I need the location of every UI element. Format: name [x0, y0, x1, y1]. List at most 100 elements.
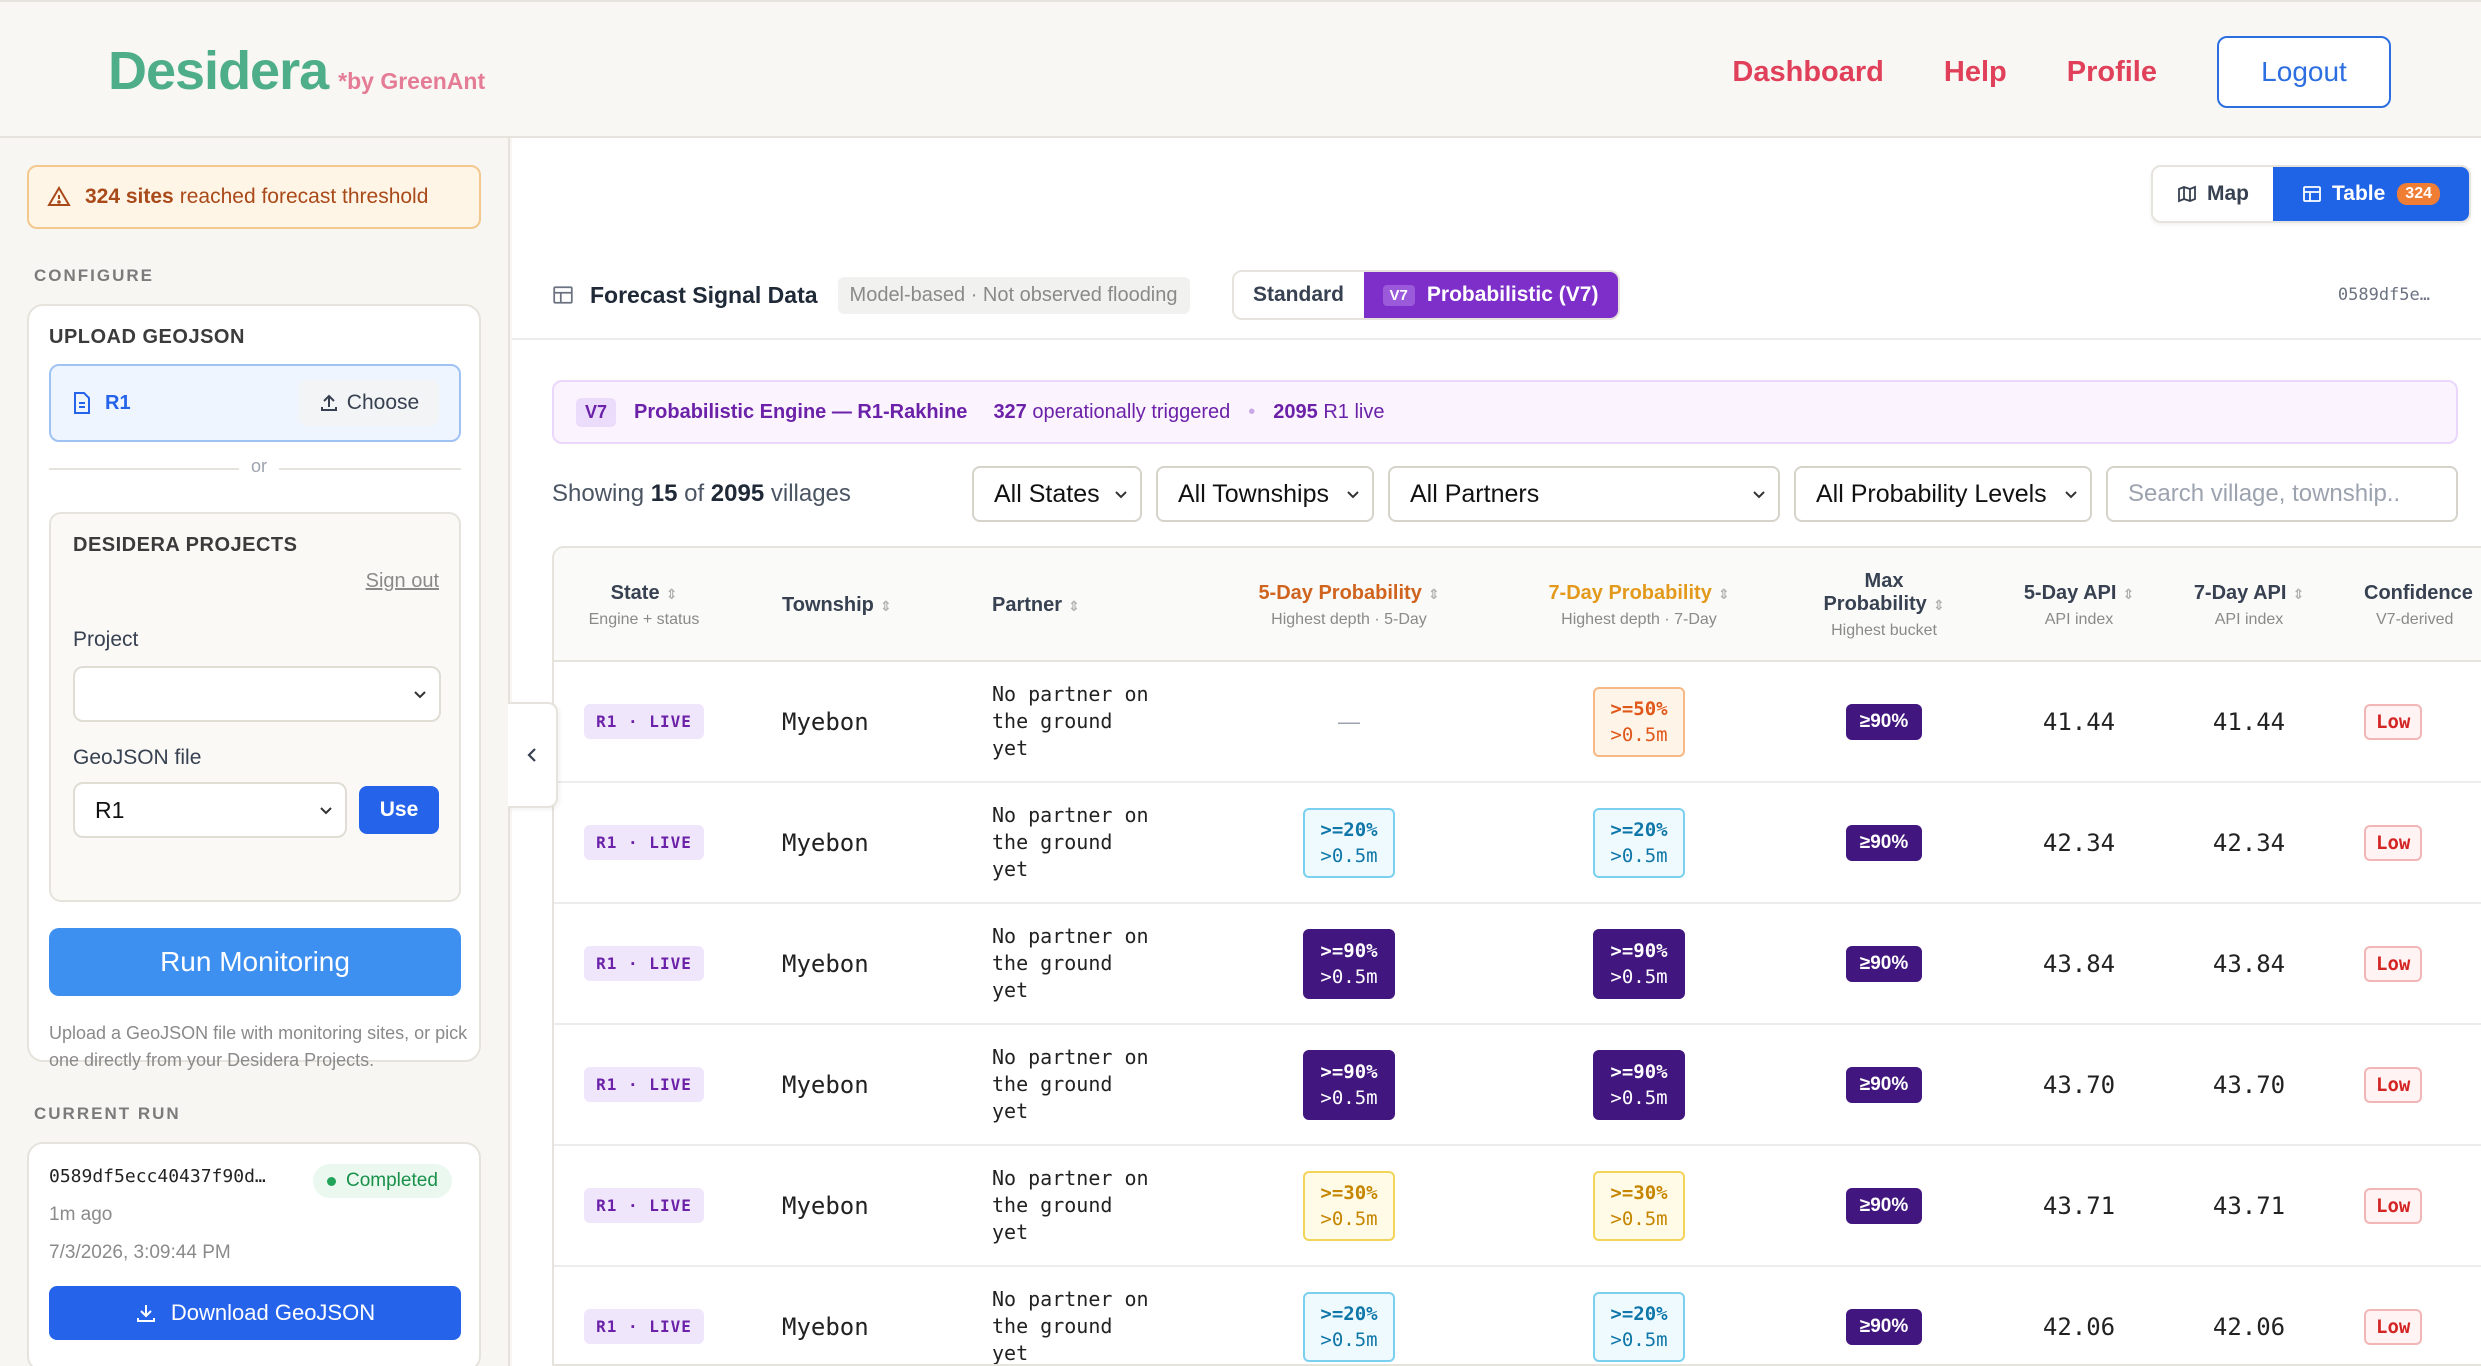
map-label: Map	[2207, 182, 2249, 205]
prob-7day-badge: >=30% >0.5m	[1593, 1170, 1685, 1241]
upload-dropzone[interactable]: R1 Choose	[49, 364, 461, 442]
table-row[interactable]: R1 · LIVE Myebon No partner on the groun…	[554, 662, 2481, 783]
partner-filter-value: All Partners	[1410, 479, 1540, 508]
showing-number: 15	[650, 480, 678, 507]
logo[interactable]: Desidera *by GreenAnt	[108, 40, 485, 102]
table-row[interactable]: R1 · LIVE Myebon No partner on the groun…	[554, 1025, 2481, 1146]
col-township[interactable]: Township ⇕	[734, 548, 944, 662]
choose-file-button[interactable]: Choose	[299, 380, 439, 426]
max-prob-badge: ≥90%	[1845, 1308, 1923, 1345]
table-row[interactable]: R1 · LIVE Myebon No partner on the groun…	[554, 783, 2481, 904]
logout-button[interactable]: Logout	[2217, 36, 2391, 108]
showing-total: 2095	[710, 480, 765, 507]
page-title: Forecast Signal Data	[590, 281, 818, 308]
api-7day: 43.71	[2212, 1191, 2286, 1220]
v7-chip: V7	[1382, 284, 1415, 306]
state-badge: R1 · LIVE	[584, 1067, 704, 1102]
township-cell: Myebon	[782, 1312, 869, 1341]
project-select[interactable]	[73, 666, 441, 722]
table-row[interactable]: R1 · LIVE Myebon No partner on the groun…	[554, 1146, 2481, 1267]
state-badge: R1 · LIVE	[584, 825, 704, 860]
title-row: Forecast Signal Data Model-based · Not o…	[552, 270, 2452, 320]
state-filter[interactable]: All States	[972, 466, 1142, 522]
probabilistic-mode-button[interactable]: V7 Probabilistic (V7)	[1363, 272, 1618, 318]
upload-icon	[320, 394, 337, 411]
nav-dashboard[interactable]: Dashboard	[1732, 56, 1883, 89]
file-icon	[74, 392, 90, 414]
col-max-prob[interactable]: Max Probability ⇕ Highest bucket	[1784, 548, 1984, 662]
township-cell: Myebon	[782, 1191, 869, 1220]
col-5day-api[interactable]: 5-Day API ⇕ API index	[1984, 548, 2174, 662]
download-geojson-button[interactable]: Download GeoJSON	[49, 1286, 461, 1340]
prob-7day-badge: >=90% >0.5m	[1593, 1049, 1685, 1120]
col-5day-prob[interactable]: 5-Day Probability ⇕ Highest depth · 5-Day	[1204, 548, 1494, 662]
col-confidence[interactable]: Confidence V7-derived	[2324, 548, 2481, 662]
max-prob-badge: ≥90%	[1845, 945, 1923, 982]
map-view-button[interactable]: Map	[2153, 167, 2273, 221]
table-icon	[2303, 186, 2321, 202]
state-badge: R1 · LIVE	[584, 946, 704, 981]
live-count: 2095	[1273, 400, 1318, 423]
standard-mode-button[interactable]: Standard	[1233, 272, 1364, 318]
geojson-select[interactable]: R1	[73, 782, 347, 838]
chevron-down-icon	[1115, 491, 1127, 499]
collapse-sidebar-button[interactable]	[508, 702, 558, 808]
current-run-label: CURRENT RUN	[34, 1104, 181, 1123]
search-input[interactable]: Search village, township..	[2106, 466, 2458, 522]
help-text: Upload a GeoJSON file with monitoring si…	[49, 1023, 468, 1070]
table-row[interactable]: R1 · LIVE Myebon No partner on the groun…	[554, 1267, 2481, 1365]
partner-cell: No partner on the ground yet	[992, 1166, 1149, 1244]
prob-7day-badge: >=20% >0.5m	[1593, 807, 1685, 878]
table-view-button[interactable]: Table 324	[2273, 167, 2469, 221]
run-hash: 0589df5e…	[2337, 285, 2430, 305]
geojson-label: GeoJSON file	[73, 746, 202, 769]
divider	[512, 338, 2481, 340]
showing-prefix: Showing	[552, 480, 645, 507]
chevron-left-icon	[527, 748, 536, 762]
prob-7day-badge: >=50% >0.5m	[1593, 686, 1685, 757]
state-filter-value: All States	[994, 479, 1100, 508]
township-cell: Myebon	[782, 828, 869, 857]
sign-out-link[interactable]: Sign out	[366, 570, 439, 593]
partner-filter[interactable]: All Partners	[1388, 466, 1780, 522]
col-partner[interactable]: Partner ⇕	[944, 548, 1204, 662]
table-body: R1 · LIVE Myebon No partner on the groun…	[554, 662, 2481, 1365]
township-filter[interactable]: All Townships	[1156, 466, 1374, 522]
status-dot	[327, 1176, 336, 1186]
confidence-badge: Low	[2364, 824, 2423, 861]
status-text: Completed	[346, 1170, 438, 1191]
prob-5day-badge: >=90% >0.5m	[1303, 1049, 1395, 1120]
partner-cell: No partner on the ground yet	[992, 924, 1149, 1002]
probability-filter[interactable]: All Probability Levels	[1794, 466, 2092, 522]
engine-title: Probabilistic Engine — R1-Rakhine	[634, 400, 968, 423]
warning-icon	[47, 186, 71, 206]
chevron-down-icon	[1347, 491, 1359, 499]
confidence-badge: Low	[2364, 945, 2423, 982]
configure-card: UPLOAD GEOJSON R1 Choose or DESIDERA PRO…	[27, 304, 481, 1070]
upload-title: UPLOAD GEOJSON	[49, 326, 245, 348]
col-7day-prob[interactable]: 7-Day Probability ⇕ Highest depth · 7-Day	[1494, 548, 1784, 662]
nav-profile[interactable]: Profile	[2067, 56, 2157, 89]
triggered-count: 327	[993, 400, 1027, 423]
api-7day: 42.34	[2212, 828, 2286, 857]
showing-count: Showing 15 of 2095 villages	[552, 480, 972, 508]
col-state[interactable]: State ⇕ Engine + status	[554, 548, 734, 662]
engine-live: 2095 R1 live	[1273, 401, 1384, 424]
run-ago: 1m ago	[49, 1204, 113, 1225]
api-7day: 42.06	[2212, 1312, 2286, 1341]
api-7day: 41.44	[2212, 707, 2286, 736]
projects-title: DESIDERA PROJECTS	[73, 534, 298, 556]
prob-5day-badge: >=20% >0.5m	[1303, 1291, 1395, 1362]
engine-banner: V7 Probabilistic Engine — R1-Rakhine 327…	[552, 380, 2458, 444]
choose-label: Choose	[346, 391, 420, 414]
partner-cell: No partner on the ground yet	[992, 1287, 1149, 1365]
col-7day-api[interactable]: 7-Day API ⇕ API index	[2174, 548, 2324, 662]
api-5day: 43.71	[2042, 1191, 2116, 1220]
use-button[interactable]: Use	[359, 786, 439, 834]
model-based-chip: Model-based · Not observed flooding	[837, 276, 1190, 314]
top-header: Desidera *by GreenAnt Dashboard Help Pro…	[0, 0, 2481, 138]
table-row[interactable]: R1 · LIVE Myebon No partner on the groun…	[554, 904, 2481, 1025]
nav-help[interactable]: Help	[1944, 56, 2007, 89]
run-monitoring-button[interactable]: Run Monitoring	[49, 928, 461, 996]
map-icon	[2178, 185, 2196, 203]
